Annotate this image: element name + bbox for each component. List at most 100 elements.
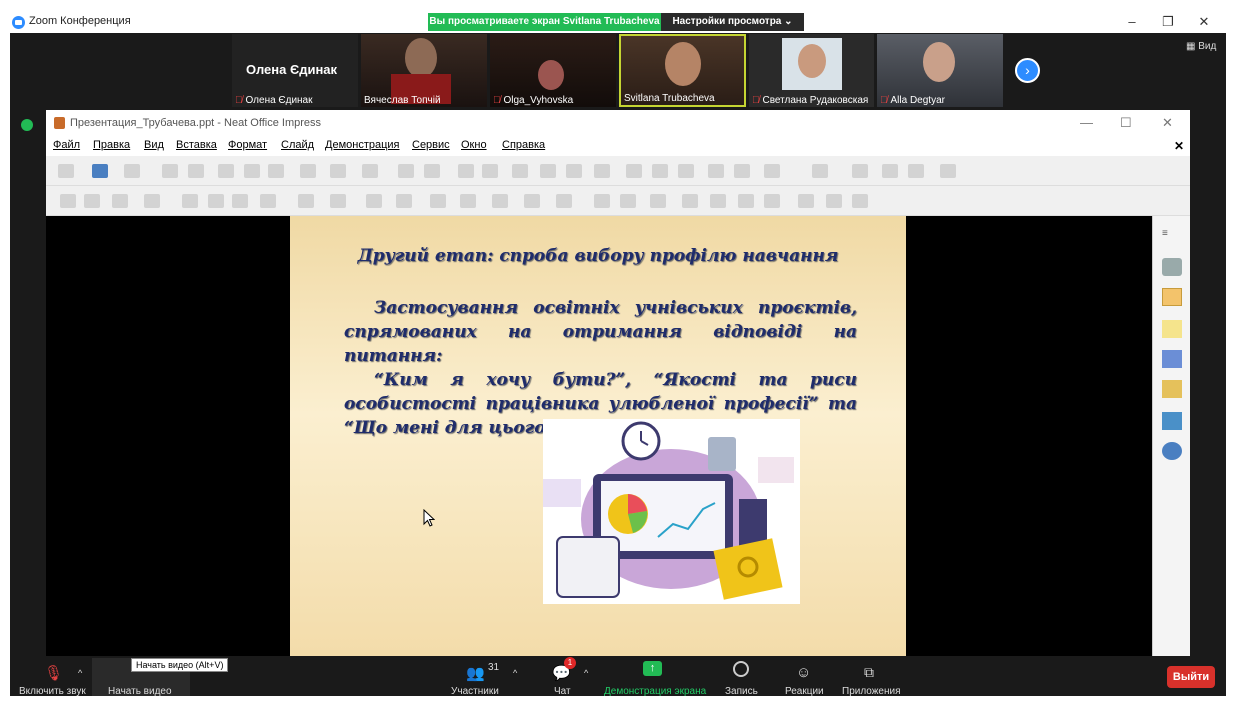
menu-window[interactable]: Окно	[461, 139, 487, 151]
arrange-icon[interactable]	[882, 164, 898, 178]
arrow-line-icon[interactable]	[260, 194, 276, 208]
chart-icon[interactable]	[512, 164, 528, 178]
media-icon[interactable]	[652, 164, 668, 178]
share-screen-button[interactable]: Демонстрация экрана	[604, 686, 706, 697]
connector-icon[interactable]	[330, 194, 346, 208]
align-icon[interactable]	[852, 164, 868, 178]
menu-edit[interactable]: Правка	[93, 139, 130, 151]
leave-meeting-button[interactable]: Выйти	[1167, 666, 1215, 688]
grid-icon[interactable]	[458, 164, 474, 178]
find-icon[interactable]	[398, 164, 414, 178]
menu-slideshow[interactable]: Демонстрация	[325, 139, 400, 151]
crop-image-icon[interactable]	[738, 194, 754, 208]
apps-button[interactable]: Приложения	[842, 686, 901, 697]
line-icon[interactable]	[182, 194, 198, 208]
paste-icon[interactable]	[268, 164, 284, 178]
menu-file[interactable]: Файл	[53, 139, 80, 151]
points-icon[interactable]	[798, 194, 814, 208]
filter-icon[interactable]	[764, 194, 780, 208]
share-screen-icon[interactable]: ↑	[643, 661, 662, 676]
fontwork-icon[interactable]	[764, 164, 780, 178]
impress-minimize-icon[interactable]: —	[1080, 115, 1093, 130]
image-icon[interactable]	[626, 164, 642, 178]
line-color-icon[interactable]	[112, 194, 128, 208]
minimize-icon[interactable]: –	[1122, 14, 1142, 29]
3d-toggle-icon[interactable]	[852, 194, 868, 208]
slide-layout-icon[interactable]	[566, 164, 582, 178]
start-video-button[interactable]: Начать видео	[108, 686, 172, 697]
arrange-objects-icon[interactable]	[650, 194, 666, 208]
spellcheck-icon[interactable]	[424, 164, 440, 178]
properties-icon[interactable]	[1162, 258, 1182, 276]
next-participants-button[interactable]: ›	[1015, 58, 1040, 83]
master-slides-icon[interactable]	[1162, 350, 1182, 368]
insert-shape-icon[interactable]	[594, 164, 610, 178]
copy-icon[interactable]	[244, 164, 260, 178]
view-button[interactable]: ▦ Вид	[1186, 41, 1216, 52]
restore-icon[interactable]: ❐	[1158, 14, 1178, 30]
ellipse-icon[interactable]	[232, 194, 248, 208]
participant-tile[interactable]: 🎙̸ Olga_Vyhovska	[490, 34, 616, 107]
participant-tile-active[interactable]: Олена Єдинак 🎙̸ Олена Єдинак	[232, 34, 358, 107]
curve-icon[interactable]	[298, 194, 314, 208]
undo-icon[interactable]	[330, 164, 346, 178]
flowchart-icon[interactable]	[460, 194, 476, 208]
impress-maximize-icon[interactable]: ☐	[1120, 115, 1132, 131]
muted-mic-icon[interactable]: 🎙	[44, 664, 63, 682]
stars-icon[interactable]	[524, 194, 540, 208]
basic-shapes-icon[interactable]	[366, 194, 382, 208]
draw-line-icon[interactable]	[812, 164, 828, 178]
slide-icon[interactable]	[540, 164, 556, 178]
textbox-icon[interactable]	[708, 164, 724, 178]
crop-icon[interactable]	[940, 164, 956, 178]
menu-view[interactable]: Вид	[144, 139, 164, 151]
shadow-icon[interactable]	[908, 164, 924, 178]
menu-format[interactable]: Формат	[228, 139, 267, 151]
sidebar-menu-icon[interactable]: ≡	[1162, 228, 1182, 246]
reactions-icon[interactable]: ☺	[796, 664, 811, 681]
rectangle-icon[interactable]	[208, 194, 224, 208]
chat-button[interactable]: Чат	[554, 686, 571, 697]
participant-tile[interactable]: Вячеслав Топчій	[361, 34, 487, 107]
gallery-icon[interactable]	[1162, 412, 1182, 430]
security-shield-icon[interactable]	[21, 119, 33, 131]
fill-color-icon[interactable]	[144, 194, 160, 208]
menu-insert[interactable]: Вставка	[176, 139, 217, 151]
close-document-icon[interactable]: ✕	[1174, 139, 1184, 153]
impress-close-icon[interactable]: ✕	[1162, 115, 1173, 131]
menu-help[interactable]: Справка	[502, 139, 545, 151]
slide-transition-icon[interactable]	[1162, 288, 1182, 306]
print-icon[interactable]	[188, 164, 204, 178]
globe-icon[interactable]	[678, 164, 694, 178]
rotate-icon[interactable]	[594, 194, 610, 208]
block-arrows-icon[interactable]	[430, 194, 446, 208]
redo-icon[interactable]	[362, 164, 378, 178]
gluepoints-icon[interactable]	[682, 194, 698, 208]
export-pdf-icon[interactable]	[162, 164, 178, 178]
new-icon[interactable]	[58, 164, 74, 178]
format-paint-icon[interactable]	[300, 164, 316, 178]
participant-tile[interactable]: 🎙̸ Alla Degtyar	[877, 34, 1003, 107]
participants-icon[interactable]: 👥	[466, 664, 485, 682]
close-icon[interactable]: ✕	[1194, 14, 1214, 30]
styles-icon[interactable]	[1162, 380, 1182, 398]
apps-icon[interactable]: ⧉	[864, 664, 874, 681]
zoom-icon[interactable]	[84, 194, 100, 208]
record-icon[interactable]	[733, 661, 749, 677]
cut-icon[interactable]	[218, 164, 234, 178]
participants-button[interactable]: Участники	[451, 686, 499, 697]
view-options-button[interactable]: Настройки просмотра ⌄	[661, 13, 804, 31]
slide-canvas[interactable]: Другий етап: спроба вибору профілю навча…	[290, 216, 906, 656]
special-char-icon[interactable]	[734, 164, 750, 178]
participant-tile-speaking[interactable]: Svitlana Trubacheva	[619, 34, 746, 107]
menu-tools[interactable]: Сервис	[412, 139, 450, 151]
participants-chevron-icon[interactable]: ^	[513, 668, 517, 678]
select-icon[interactable]	[60, 194, 76, 208]
navigator-icon[interactable]	[1162, 442, 1182, 460]
save-icon[interactable]	[124, 164, 140, 178]
reactions-button[interactable]: Реакции	[785, 686, 824, 697]
record-button[interactable]: Запись	[725, 686, 758, 697]
table-icon[interactable]	[482, 164, 498, 178]
3d-objects-icon[interactable]	[556, 194, 572, 208]
extrusion-icon[interactable]	[826, 194, 842, 208]
